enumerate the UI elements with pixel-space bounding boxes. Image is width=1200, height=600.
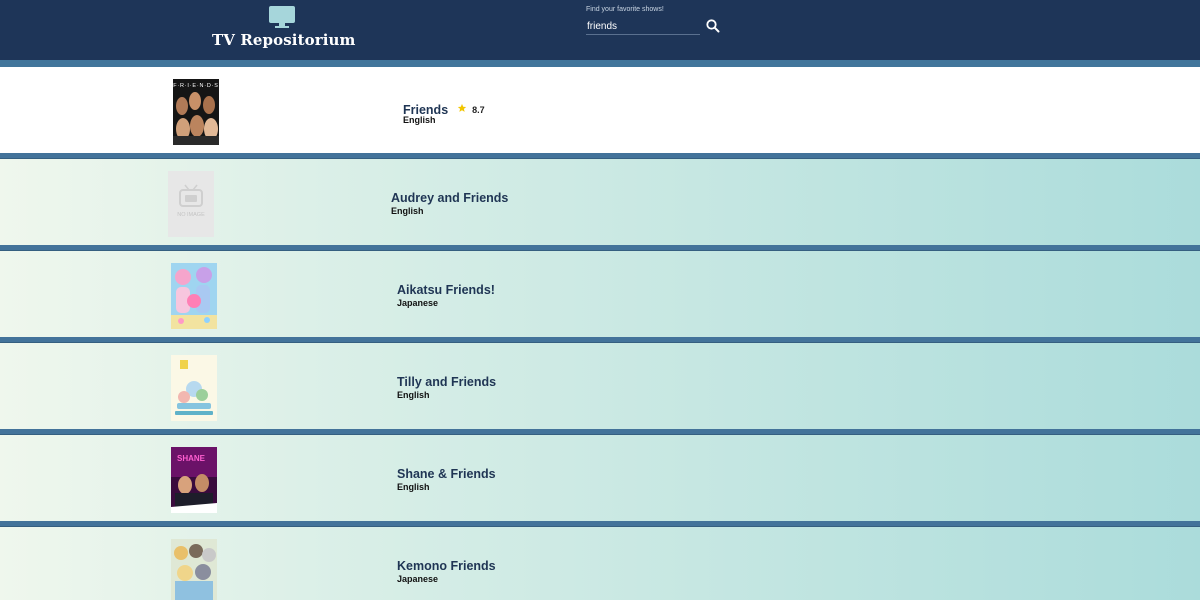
show-language: Japanese <box>397 298 439 308</box>
tv-icon <box>269 6 295 28</box>
show-poster[interactable] <box>171 539 217 600</box>
show-title[interactable]: Audrey and Friends <box>391 191 508 205</box>
logo[interactable]: TV Repositorium <box>212 6 356 54</box>
shane-neon-text: SHANE <box>177 454 206 463</box>
search-input[interactable] <box>586 19 700 35</box>
list-item[interactable]: Kemono Friends Japanese <box>0 527 1200 600</box>
tilly-poster-image <box>171 355 217 421</box>
show-poster[interactable]: NO IMAGE <box>168 171 214 237</box>
header-stripe <box>0 60 1200 67</box>
show-language: English <box>397 390 430 400</box>
show-poster[interactable]: SHANE <box>171 447 217 513</box>
list-item[interactable]: Tilly and Friends English <box>0 343 1200 429</box>
show-language: English <box>397 482 430 492</box>
show-title[interactable]: Shane & Friends <box>397 467 496 481</box>
aikatsu-poster-image <box>171 263 217 329</box>
svg-text:F·R·I·E·N·D·S: F·R·I·E·N·D·S <box>173 83 219 89</box>
show-title[interactable]: Tilly and Friends <box>397 375 496 389</box>
star-icon <box>457 103 466 112</box>
kemono-poster-image <box>171 539 217 600</box>
app-title: TV Repositorium <box>212 31 356 49</box>
show-poster[interactable]: F·R·I·E·N·D·S <box>173 79 219 145</box>
search-button[interactable] <box>705 18 721 34</box>
shane-poster-image: SHANE <box>171 447 217 513</box>
list-item[interactable]: Aikatsu Friends! Japanese <box>0 251 1200 337</box>
results-list: F·R·I·E·N·D·S Friends 8.7 English NO IMA… <box>0 67 1200 600</box>
show-title[interactable]: Kemono Friends <box>397 559 496 573</box>
show-language: English <box>403 115 436 125</box>
show-poster[interactable] <box>171 263 217 329</box>
show-language: English <box>391 206 424 216</box>
rating: 8.7 <box>457 100 485 118</box>
show-language: Japanese <box>397 574 439 584</box>
rating-value: 8.7 <box>472 105 485 115</box>
list-item[interactable]: NO IMAGE Audrey and Friends English <box>0 159 1200 245</box>
no-image-label: NO IMAGE <box>177 212 205 218</box>
friends-poster-image: F·R·I·E·N·D·S <box>173 79 219 145</box>
no-image-placeholder: NO IMAGE <box>168 171 214 237</box>
show-poster[interactable] <box>171 355 217 421</box>
search-hint: Find your favorite shows! <box>586 6 664 13</box>
app-header: TV Repositorium Find your favorite shows… <box>0 0 1200 60</box>
search-bar: Find your favorite shows! <box>586 6 726 36</box>
list-item[interactable]: F·R·I·E·N·D·S Friends 8.7 English <box>0 67 1200 153</box>
list-item[interactable]: SHANE Shane & Friends English <box>0 435 1200 521</box>
search-icon <box>706 19 720 33</box>
show-title[interactable]: Aikatsu Friends! <box>397 283 495 297</box>
